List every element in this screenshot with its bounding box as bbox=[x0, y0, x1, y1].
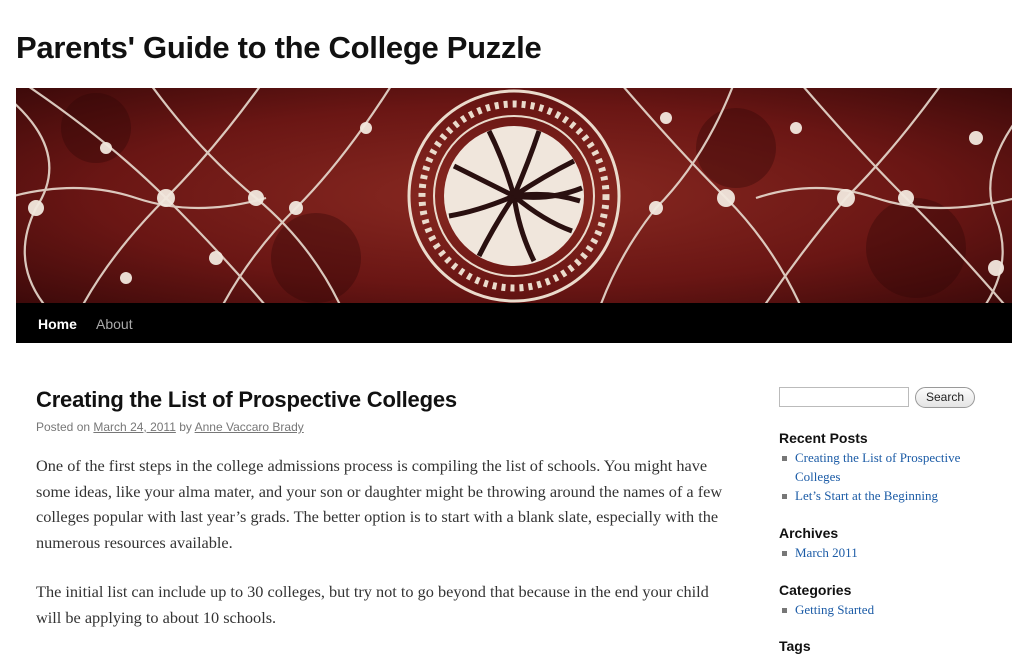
categories-list: Getting Started bbox=[779, 600, 965, 619]
nav-item-about[interactable]: About bbox=[96, 316, 133, 332]
recent-post-link[interactable]: Creating the List of Prospective College… bbox=[795, 450, 960, 484]
category-link[interactable]: Getting Started bbox=[795, 602, 874, 617]
recent-posts-title: Recent Posts bbox=[779, 430, 868, 446]
post-meta-prefix: Posted on bbox=[36, 420, 91, 434]
header-banner-image bbox=[16, 88, 1012, 303]
list-item: Getting Started bbox=[779, 600, 965, 619]
nav-item-home[interactable]: Home bbox=[38, 316, 77, 332]
categories-title: Categories bbox=[779, 582, 852, 598]
site-title[interactable]: Parents' Guide to the College Puzzle bbox=[16, 30, 542, 66]
main-navigation: Home About bbox=[16, 303, 1012, 343]
post-content: One of the first steps in the college ad… bbox=[36, 453, 726, 654]
list-item: Creating the List of Prospective College… bbox=[779, 448, 965, 486]
post-paragraph: The initial list can include up to 30 co… bbox=[36, 582, 709, 627]
recent-posts-list: Creating the List of Prospective College… bbox=[779, 448, 965, 505]
post-author-link[interactable]: Anne Vaccaro Brady bbox=[195, 420, 304, 434]
post-paragraph: One of the first steps in the college ad… bbox=[36, 456, 723, 552]
post-meta: Posted on March 24, 2011 by Anne Vaccaro… bbox=[36, 420, 304, 434]
search-button[interactable]: Search bbox=[915, 387, 975, 408]
post-meta-by: by bbox=[179, 420, 192, 434]
recent-post-link[interactable]: Let’s Start at the Beginning bbox=[795, 488, 938, 503]
post-date-link[interactable]: March 24, 2011 bbox=[93, 420, 176, 434]
search-input[interactable] bbox=[779, 387, 909, 407]
post-title[interactable]: Creating the List of Prospective College… bbox=[36, 387, 457, 413]
archives-list: March 2011 bbox=[779, 543, 965, 562]
archive-link[interactable]: March 2011 bbox=[795, 545, 858, 560]
tags-title: Tags bbox=[779, 638, 811, 654]
list-item: Let’s Start at the Beginning bbox=[779, 486, 965, 505]
list-item: March 2011 bbox=[779, 543, 965, 562]
archives-title: Archives bbox=[779, 525, 839, 541]
